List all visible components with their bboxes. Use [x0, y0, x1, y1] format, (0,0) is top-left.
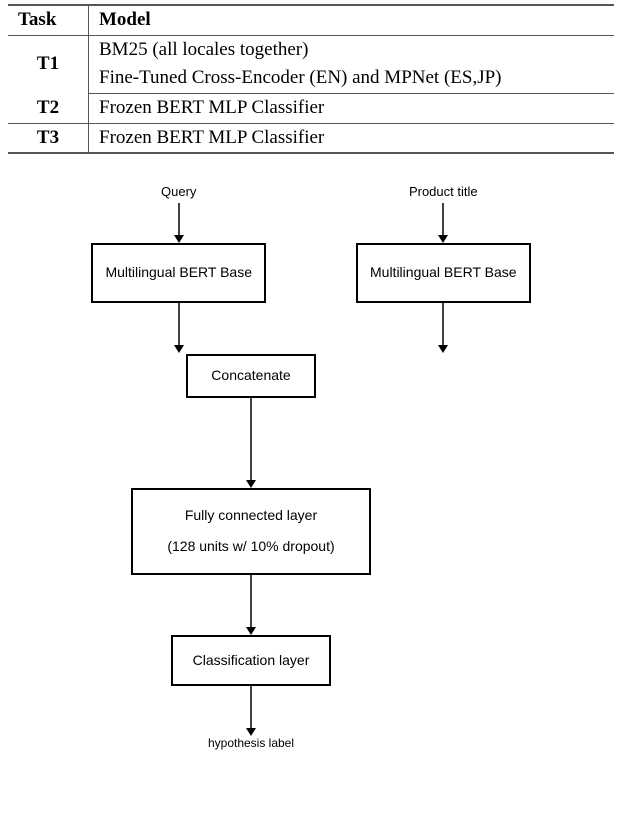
model-t3: Frozen BERT MLP Classifier [89, 123, 615, 153]
table-row: T2 Frozen BERT MLP Classifier [8, 94, 614, 124]
input-row: Query Multilingual BERT Base Product tit… [91, 184, 530, 353]
arrow-down-icon [245, 398, 257, 488]
bert-box-query: Multilingual BERT Base [91, 243, 266, 303]
table-row: Fine-Tuned Cross-Encoder (EN) and MPNet … [8, 64, 614, 93]
arrow-down-icon [437, 203, 449, 243]
concat-box: Concatenate [186, 354, 316, 398]
task-t1: T1 [8, 35, 89, 93]
arrow-down-icon [245, 686, 257, 736]
table-row: T3 Frozen BERT MLP Classifier [8, 123, 614, 153]
arrow-down-icon [437, 303, 449, 353]
header-task: Task [8, 5, 89, 35]
table-row: T1 BM25 (all locales together) [8, 35, 614, 64]
query-column: Query Multilingual BERT Base [91, 184, 266, 353]
center-column: Concatenate Fully connected layer (128 u… [131, 354, 371, 754]
arrow-down-icon [173, 203, 185, 243]
product-column: Product title Multilingual BERT Base [356, 184, 531, 353]
classification-box: Classification layer [171, 635, 331, 687]
model-t1-line2: Fine-Tuned Cross-Encoder (EN) and MPNet … [89, 64, 615, 93]
model-t1-line1: BM25 (all locales together) [89, 35, 615, 64]
fc-line1: Fully connected layer [153, 506, 349, 526]
bert-box-product: Multilingual BERT Base [356, 243, 531, 303]
architecture-diagram: Query Multilingual BERT Base Product tit… [8, 184, 614, 754]
query-label: Query [161, 184, 196, 199]
task-t2: T2 [8, 94, 89, 124]
header-model: Model [89, 5, 615, 35]
model-t2: Frozen BERT MLP Classifier [89, 94, 615, 124]
product-label: Product title [409, 184, 478, 199]
arrow-down-icon [245, 575, 257, 635]
task-model-table: Task Model T1 BM25 (all locales together… [8, 4, 614, 154]
output-label: hypothesis label [208, 736, 294, 750]
fc-line2: (128 units w/ 10% dropout) [153, 537, 349, 557]
task-t3: T3 [8, 123, 89, 153]
fc-box: Fully connected layer (128 units w/ 10% … [131, 488, 371, 575]
arrow-down-icon [173, 303, 185, 353]
